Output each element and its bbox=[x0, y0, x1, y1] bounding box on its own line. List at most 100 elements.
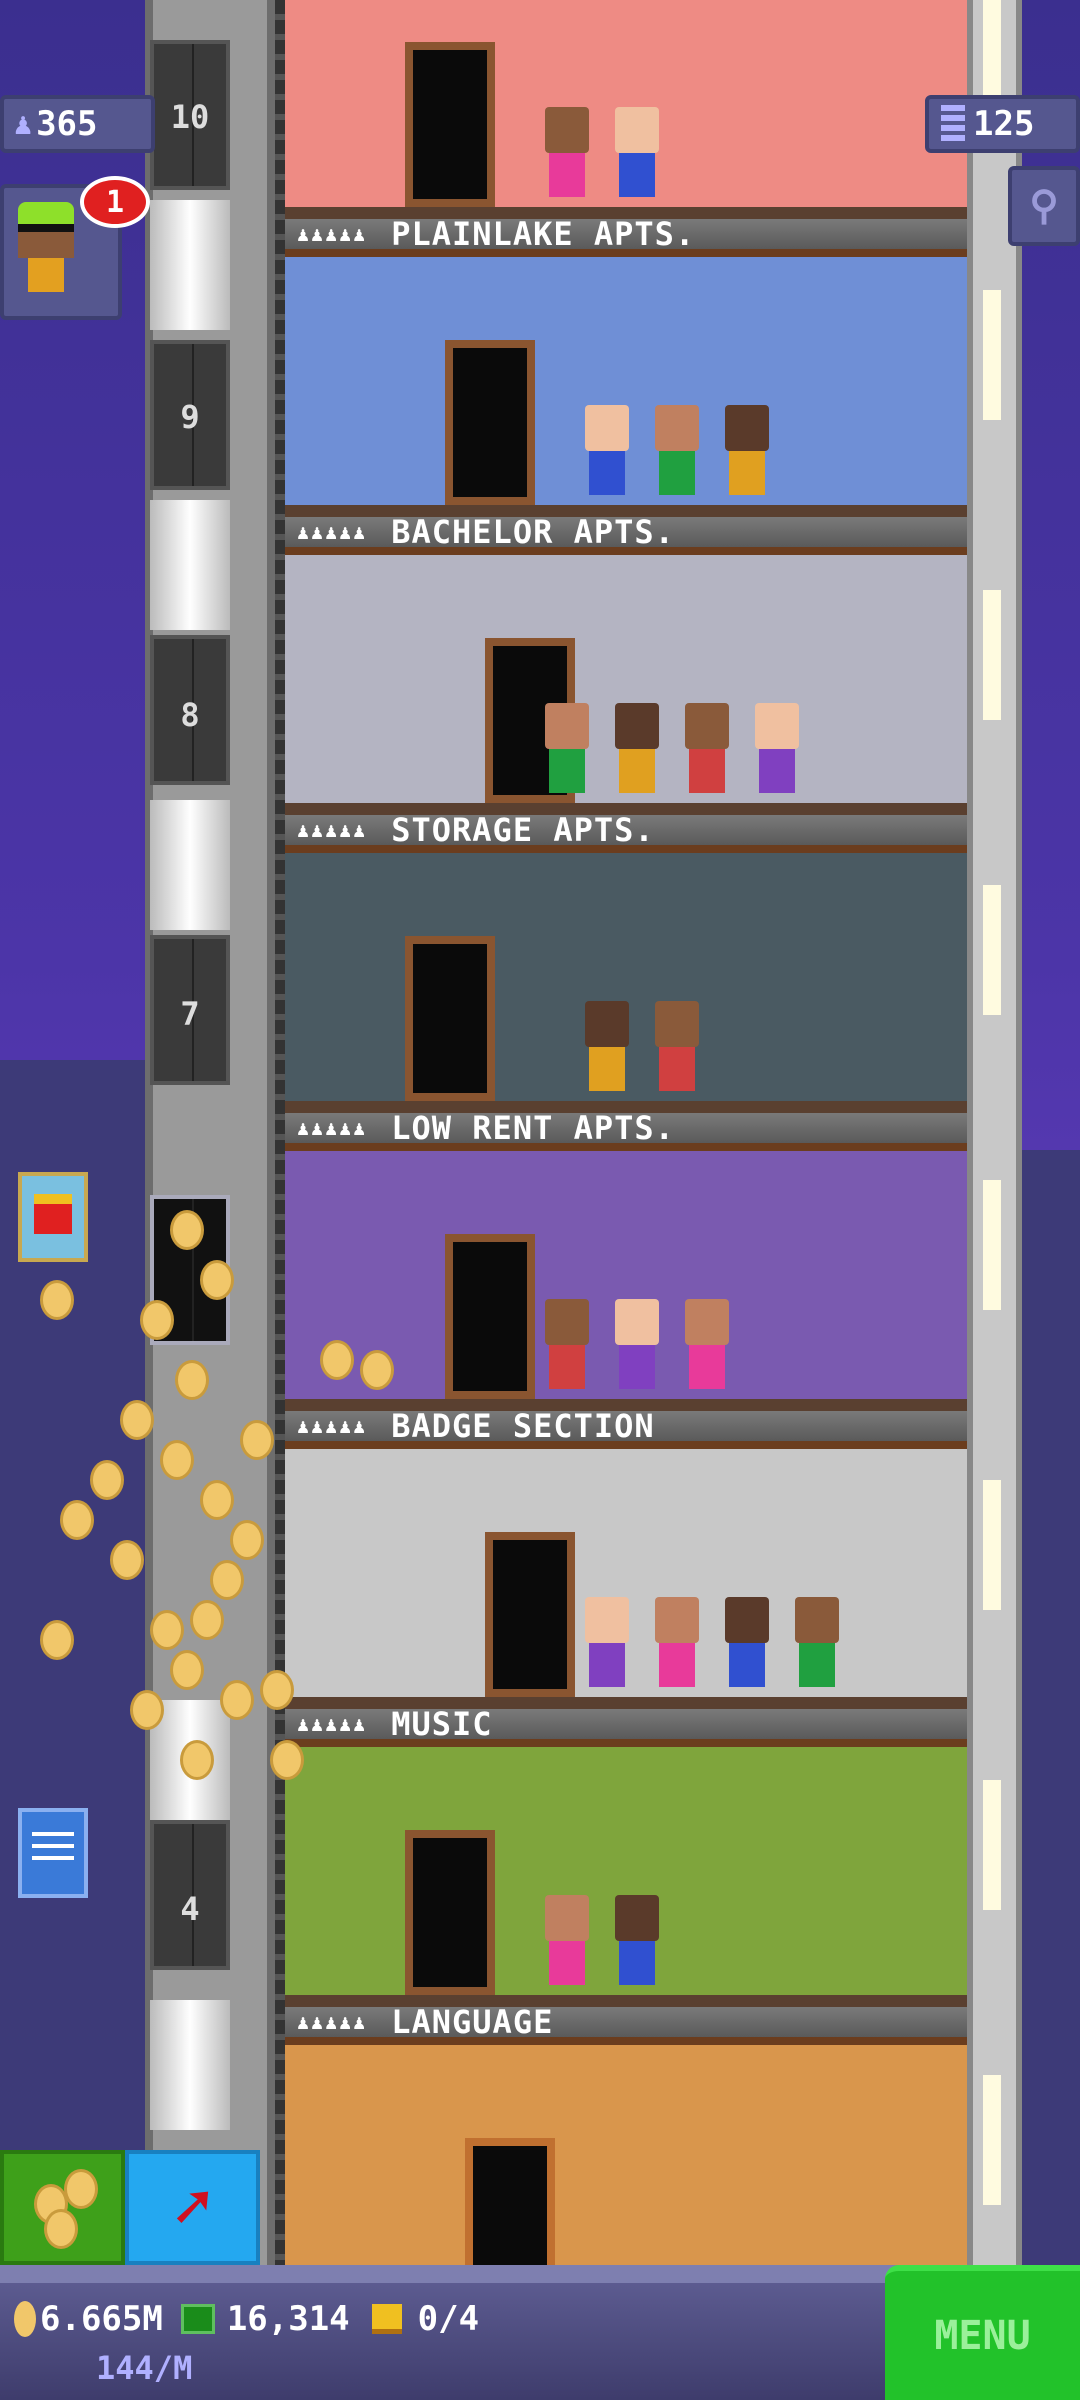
floor-number: 9 bbox=[180, 398, 200, 436]
coin-icon[interactable] bbox=[170, 1210, 204, 1250]
bitizen[interactable] bbox=[725, 1597, 769, 1697]
floor-label[interactable]: ♟♟♟♟♟ BACHELOR APTS. bbox=[285, 513, 967, 555]
floor-label[interactable]: ♟♟♟♟♟ STORAGE APTS. bbox=[285, 811, 967, 853]
room-door bbox=[405, 42, 495, 207]
room-door bbox=[445, 1234, 535, 1399]
coin-icon[interactable] bbox=[175, 1360, 209, 1400]
bitizen[interactable] bbox=[615, 703, 659, 803]
bux-value: 16,314 bbox=[226, 2299, 350, 2339]
coin-icon[interactable] bbox=[110, 1540, 144, 1580]
bitizen[interactable] bbox=[685, 1299, 729, 1399]
star-rating: ♟♟♟♟♟ bbox=[297, 1712, 368, 1736]
window-light bbox=[983, 590, 1001, 720]
elevator-cable bbox=[150, 800, 230, 930]
visitor-avatar bbox=[18, 202, 74, 302]
coin-icon[interactable] bbox=[130, 1690, 164, 1730]
population-counter[interactable]: ♟ 365 bbox=[0, 95, 155, 153]
star-rating: ♟♟♟♟♟ bbox=[297, 818, 368, 842]
room-door bbox=[445, 340, 535, 505]
window-light bbox=[983, 1180, 1001, 1310]
floor-number: 7 bbox=[180, 995, 200, 1033]
room-floor[interactable] bbox=[285, 853, 967, 1113]
bitizen[interactable] bbox=[545, 1895, 589, 1995]
bitizen[interactable] bbox=[655, 1001, 699, 1101]
elevator-cable bbox=[150, 500, 230, 630]
fries-ad-icon[interactable] bbox=[18, 1172, 88, 1262]
coin-icon bbox=[14, 2301, 36, 2337]
bitizen[interactable] bbox=[615, 1895, 659, 1995]
floor-label[interactable]: ♟♟♟♟♟ PLAINLAKE APTS. bbox=[285, 215, 967, 257]
coin-icon[interactable] bbox=[140, 1300, 174, 1340]
room-door bbox=[485, 1532, 575, 1697]
coin-icon[interactable] bbox=[60, 1500, 94, 1540]
bitizen[interactable] bbox=[655, 1597, 699, 1697]
coin-icon[interactable] bbox=[270, 1740, 304, 1780]
coins-rate: 144/M bbox=[96, 2349, 193, 2387]
bitizen[interactable] bbox=[615, 107, 659, 207]
floor-name: PLAINLAKE APTS. bbox=[391, 215, 696, 253]
coin-icon[interactable] bbox=[190, 1600, 224, 1640]
coin-icon[interactable] bbox=[200, 1480, 234, 1520]
floor-label[interactable]: ♟♟♟♟♟ LANGUAGE bbox=[285, 2003, 967, 2045]
bitizen[interactable] bbox=[755, 703, 799, 803]
bitizen[interactable] bbox=[585, 1001, 629, 1101]
coin-icon[interactable] bbox=[40, 1280, 74, 1320]
message-icon[interactable] bbox=[18, 1808, 88, 1898]
coin-icon[interactable] bbox=[220, 1680, 254, 1720]
bitizen[interactable] bbox=[615, 1299, 659, 1399]
bitizen[interactable] bbox=[545, 1299, 589, 1399]
floor-number: 4 bbox=[180, 1890, 200, 1928]
bitizen[interactable] bbox=[585, 405, 629, 505]
coin-icon[interactable] bbox=[40, 1620, 74, 1660]
bitizen[interactable] bbox=[655, 405, 699, 505]
floor-label[interactable]: ♟♟♟♟♟ MUSIC bbox=[285, 1705, 967, 1747]
floors-counter[interactable]: 125 bbox=[925, 95, 1080, 153]
coins-button[interactable] bbox=[0, 2150, 125, 2265]
floor-label[interactable]: ♟♟♟♟♟ BADGE SECTION bbox=[285, 1407, 967, 1449]
bux-icon bbox=[180, 2304, 215, 2334]
notification-badge: 1 bbox=[80, 176, 150, 228]
elevator-cable bbox=[150, 2000, 230, 2130]
window-light bbox=[983, 1480, 1001, 1610]
coin-icon[interactable] bbox=[230, 1520, 264, 1560]
room-floor[interactable] bbox=[285, 555, 967, 815]
star-rating: ♟♟♟♟♟ bbox=[297, 222, 368, 246]
magnifier-icon: ⚲ bbox=[1029, 183, 1059, 229]
menu-button[interactable]: MENU bbox=[885, 2265, 1080, 2400]
elevator-cable bbox=[150, 200, 230, 330]
build-up-button[interactable]: ➚ bbox=[125, 2150, 260, 2265]
coin-icon[interactable] bbox=[210, 1560, 244, 1600]
coin-icon[interactable] bbox=[90, 1460, 124, 1500]
room-floor[interactable] bbox=[285, 1449, 967, 1709]
room-floor[interactable] bbox=[285, 0, 967, 219]
bitizen[interactable] bbox=[585, 1597, 629, 1697]
arrow-up-right-icon: ➚ bbox=[173, 2170, 212, 2245]
floor-name: BACHELOR APTS. bbox=[391, 513, 675, 551]
bitizen[interactable] bbox=[545, 703, 589, 803]
ticket-icon bbox=[371, 2304, 402, 2334]
bitizen[interactable] bbox=[685, 703, 729, 803]
coin-icon[interactable] bbox=[260, 1670, 294, 1710]
coin-icon[interactable] bbox=[170, 1650, 204, 1690]
coin-icon[interactable] bbox=[160, 1440, 194, 1480]
coin-icon[interactable] bbox=[180, 1740, 214, 1780]
coin-icon[interactable] bbox=[320, 1340, 354, 1380]
coin-icon[interactable] bbox=[240, 1420, 274, 1460]
coin-icon[interactable] bbox=[120, 1400, 154, 1440]
tickets-value: 0/4 bbox=[417, 2299, 480, 2339]
coins-value: 6.665M bbox=[40, 2299, 163, 2339]
floor-label[interactable]: ♟♟♟♟♟ LOW RENT APTS. bbox=[285, 1109, 967, 1151]
room-floor[interactable] bbox=[285, 1747, 967, 2007]
room-floor[interactable] bbox=[285, 257, 967, 517]
coin-icon[interactable] bbox=[150, 1610, 184, 1650]
floor-name: LANGUAGE bbox=[391, 2003, 554, 2041]
window-light bbox=[983, 290, 1001, 420]
search-button[interactable]: ⚲ bbox=[1008, 166, 1080, 246]
room-door bbox=[405, 936, 495, 1101]
bitizen[interactable] bbox=[795, 1597, 839, 1697]
bitizen[interactable] bbox=[725, 405, 769, 505]
floor-number: 10 bbox=[170, 98, 210, 136]
bitizen[interactable] bbox=[545, 107, 589, 207]
coin-icon[interactable] bbox=[360, 1350, 394, 1390]
coin-icon[interactable] bbox=[200, 1260, 234, 1300]
